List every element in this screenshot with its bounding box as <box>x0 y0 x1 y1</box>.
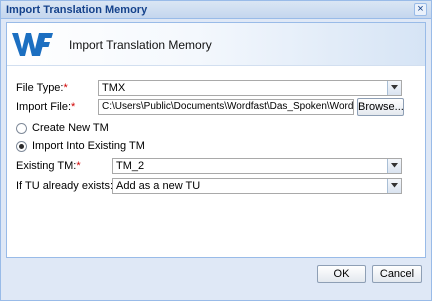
chevron-down-icon[interactable] <box>387 81 401 95</box>
import-existing-tm-label[interactable]: Import Into Existing TM <box>32 140 145 152</box>
tu-exists-value: Add as a new TU <box>116 180 201 192</box>
import-existing-tm-radio[interactable] <box>16 141 27 152</box>
import-file-label: Import File:* <box>16 101 76 113</box>
create-new-tm-radio[interactable] <box>16 123 27 134</box>
tu-exists-select[interactable]: Add as a new TU <box>112 178 402 194</box>
file-type-value: TMX <box>102 82 126 94</box>
existing-tm-label: Existing TM:* <box>16 160 81 172</box>
close-icon[interactable]: × <box>414 3 427 16</box>
header-banner: Import Translation Memory <box>7 23 425 66</box>
wordfast-logo-icon <box>12 33 53 56</box>
dialog-body: Import Translation Memory File Type:* TM… <box>6 22 426 258</box>
browse-button[interactable]: Browse... <box>357 98 404 116</box>
import-file-input[interactable]: C:\Users\Public\Documents\Wordfast\Das_S… <box>98 99 354 115</box>
file-type-label: File Type:* <box>16 82 68 94</box>
file-type-select[interactable]: TMX <box>98 80 402 96</box>
tu-exists-label: If TU already exists:* <box>16 180 117 192</box>
existing-tm-value: TM_2 <box>116 160 145 172</box>
chevron-down-icon[interactable] <box>387 179 401 193</box>
ok-button[interactable]: OK <box>317 265 366 283</box>
window-title: Import Translation Memory <box>6 4 148 16</box>
chevron-down-icon[interactable] <box>387 159 401 173</box>
existing-tm-select[interactable]: TM_2 <box>112 158 402 174</box>
banner-title: Import Translation Memory <box>69 38 212 52</box>
window-titlebar[interactable]: Import Translation Memory × <box>1 1 431 19</box>
import-tm-dialog: Import Translation Memory × Import Trans… <box>0 0 432 301</box>
create-new-tm-label[interactable]: Create New TM <box>32 122 109 134</box>
cancel-button[interactable]: Cancel <box>372 265 422 283</box>
